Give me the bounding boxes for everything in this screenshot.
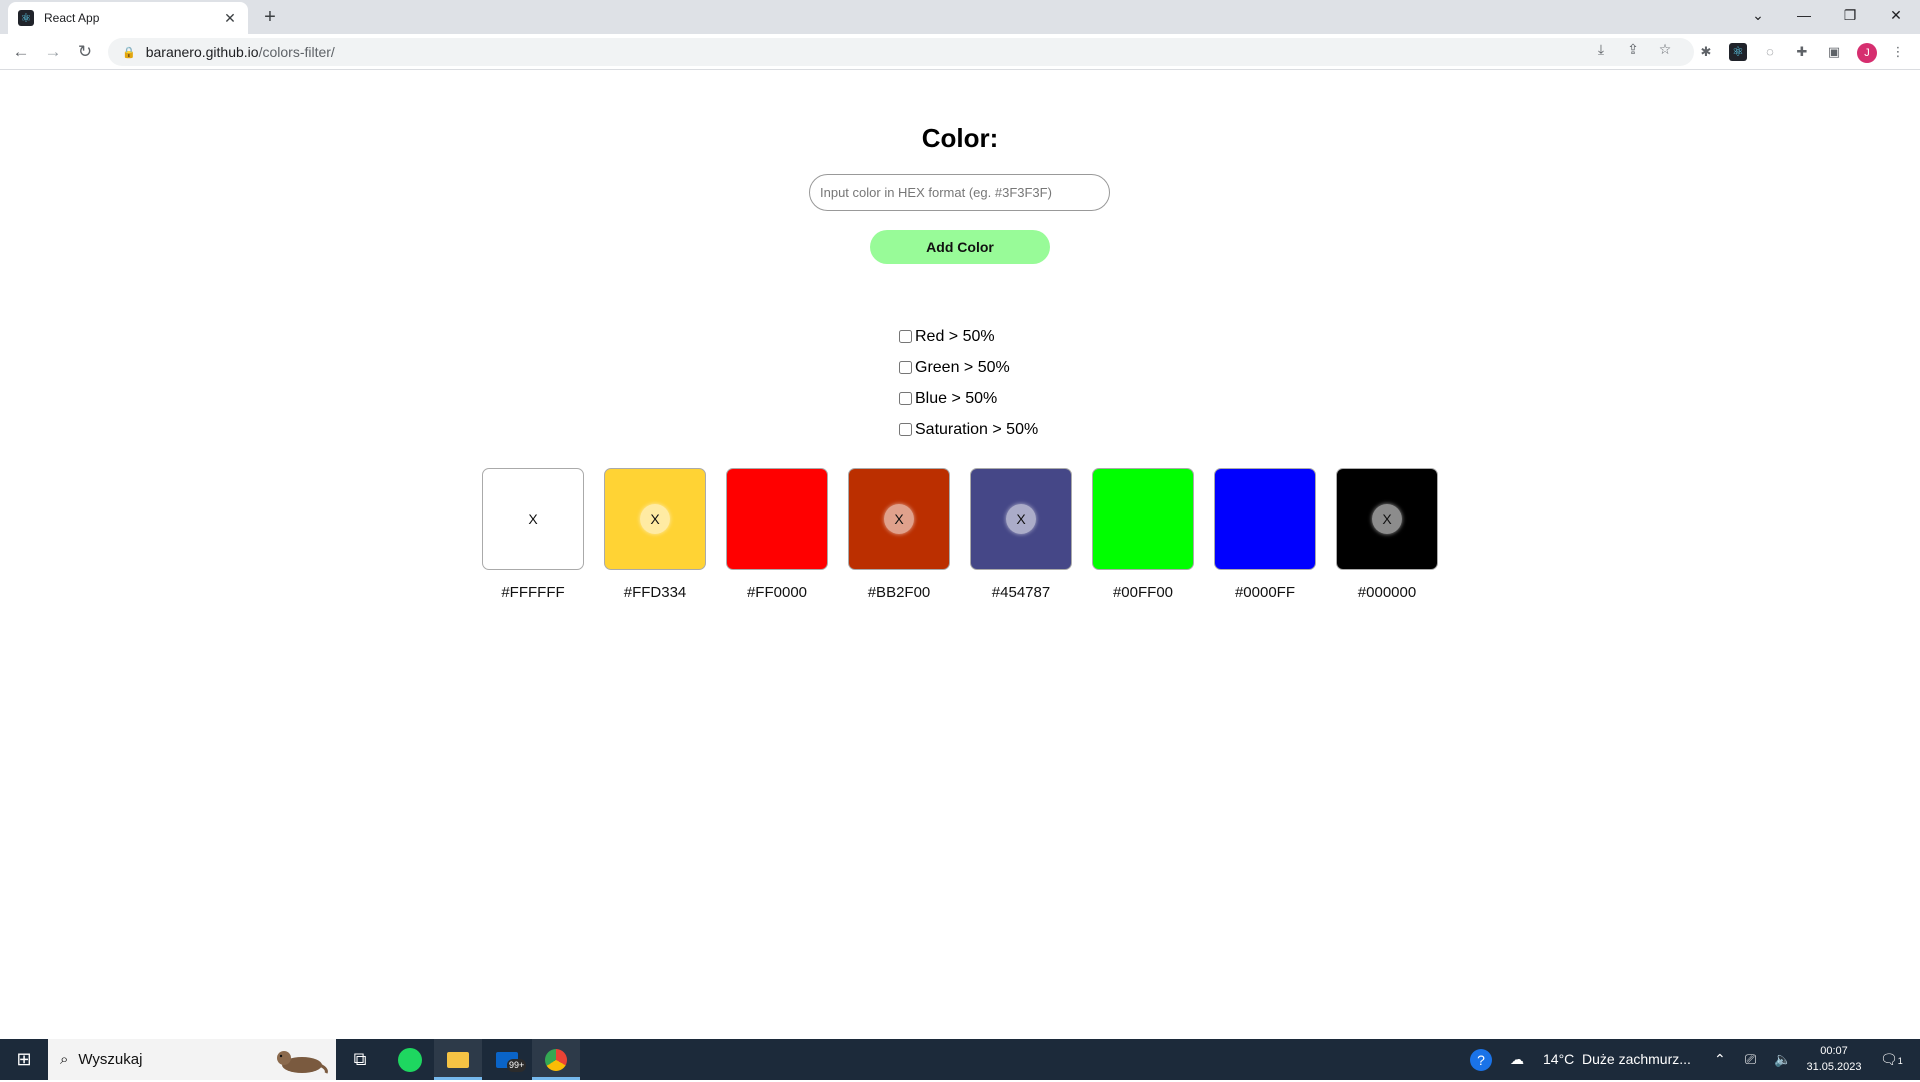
color-hex-label: #FF0000 <box>746 584 808 601</box>
clock-time: 00:07 <box>1820 1045 1848 1057</box>
color-hex-label: #FFD334 <box>623 584 687 601</box>
tray-chevron-up-icon[interactable]: ⌃ <box>1714 1039 1726 1080</box>
color-swatch <box>1214 468 1316 570</box>
color-swatch-item: X #454787 <box>969 468 1073 601</box>
share-icon[interactable]: ⇪ <box>1624 41 1642 58</box>
spotify-icon[interactable] <box>386 1039 434 1080</box>
color-swatch-item: X #FFD334 <box>603 468 707 601</box>
color-swatch: X <box>1336 468 1438 570</box>
taskbar: ⊞ ⌕ Wyszukaj ⧉ 99+ ? ☁ 14°C Duże zachmur… <box>0 1039 1920 1080</box>
remove-color-button[interactable]: X <box>884 504 914 534</box>
add-color-button[interactable]: Add Color <box>870 230 1050 264</box>
notification-count: 1 <box>1897 1056 1903 1066</box>
url-domain: baranero.github.io <box>145 44 259 60</box>
task-view-icon[interactable]: ⧉ <box>336 1039 384 1080</box>
color-swatch <box>726 468 828 570</box>
color-swatch <box>1092 468 1194 570</box>
forward-icon[interactable]: → <box>41 40 65 64</box>
volume-icon[interactable]: 🔈 <box>1774 1039 1791 1080</box>
windows-start-icon[interactable]: ⊞ <box>0 1039 48 1080</box>
extensions-puzzle-icon[interactable]: ✚ <box>1793 43 1811 61</box>
otter-illustration-icon <box>277 1051 328 1074</box>
minimize-button[interactable]: — <box>1781 0 1827 32</box>
color-hex-label: #454787 <box>991 584 1051 601</box>
back-icon[interactable]: ← <box>9 40 33 64</box>
install-icon[interactable]: ⤓ <box>1592 41 1610 58</box>
restore-button[interactable]: ❐ <box>1827 0 1873 32</box>
color-swatch-item: X #BB2F00 <box>847 468 951 601</box>
filter-saturation-label: Saturation > 50% <box>915 420 1039 438</box>
filter-green[interactable]: Green > 50% <box>898 352 1038 383</box>
extension-circle-icon[interactable]: ◌ <box>1761 43 1779 61</box>
react-favicon-icon: ⚛ <box>18 10 34 26</box>
help-icon[interactable]: ? <box>1470 1039 1492 1080</box>
browser-tabstrip: ⚛ React App ✕ + ⌄ — ❐ ✕ <box>0 0 1920 34</box>
filter-blue-label: Blue > 50% <box>915 389 998 407</box>
react-devtools-icon[interactable]: ⚛ <box>1729 43 1747 61</box>
chrome-icon[interactable] <box>532 1039 580 1080</box>
weather-icon[interactable]: ☁ <box>1510 1039 1524 1080</box>
menu-kebab-icon[interactable]: ⋮ <box>1889 43 1907 61</box>
color-swatch-item: #FF0000 <box>725 468 829 601</box>
url-path: /colors-filter/ <box>258 44 335 60</box>
remove-color-button[interactable]: X <box>1006 504 1036 534</box>
filter-list: Red > 50% Green > 50% Blue > 50% Saturat… <box>898 321 1038 445</box>
tab-close-icon[interactable]: ✕ <box>222 10 238 27</box>
remove-color-button[interactable]: X <box>640 504 670 534</box>
search-icon: ⌕ <box>60 1051 69 1068</box>
filter-saturation-checkbox[interactable] <box>899 423 912 436</box>
filter-red[interactable]: Red > 50% <box>898 321 1038 352</box>
filter-red-checkbox[interactable] <box>899 330 912 343</box>
color-swatch: X <box>604 468 706 570</box>
extension-bug-icon[interactable]: ✱ <box>1697 43 1715 61</box>
color-swatch-list: X #FFFFFF X #FFD334 #FF0000 X #BB2F00 X #454787 #… <box>481 468 1441 608</box>
file-explorer-icon[interactable] <box>434 1039 482 1080</box>
mail-badge: 99+ <box>507 1059 527 1072</box>
new-tab-button[interactable]: + <box>258 6 282 30</box>
profile-avatar[interactable]: J <box>1857 43 1877 63</box>
filter-blue-checkbox[interactable] <box>899 392 912 405</box>
color-hex-label: #BB2F00 <box>867 584 931 601</box>
close-window-button[interactable]: ✕ <box>1873 0 1919 32</box>
taskbar-search[interactable]: ⌕ Wyszukaj <box>48 1039 336 1080</box>
filter-green-checkbox[interactable] <box>899 361 912 374</box>
color-swatch-item: X #000000 <box>1335 468 1439 601</box>
taskbar-search-text: Wyszukaj <box>78 1051 143 1068</box>
hex-color-input[interactable] <box>809 174 1110 211</box>
tab-title: React App <box>44 11 100 25</box>
filter-saturation[interactable]: Saturation > 50% <box>898 414 1038 445</box>
weather-description[interactable]: Duże zachmurz... <box>1582 1039 1691 1080</box>
color-swatch-item: X #FFFFFF <box>481 468 585 601</box>
filter-blue[interactable]: Blue > 50% <box>898 383 1038 414</box>
remove-color-button[interactable]: X <box>1372 504 1402 534</box>
clock[interactable]: 00:07 31.05.2023 <box>1800 1043 1868 1075</box>
tab-search-icon[interactable]: ⌄ <box>1735 0 1781 32</box>
remove-color-button[interactable]: X <box>518 504 548 534</box>
bookmark-star-icon[interactable]: ☆ <box>1656 41 1674 58</box>
notifications-icon[interactable]: 🗨1 <box>1880 1039 1903 1080</box>
color-swatch-item: #0000FF <box>1213 468 1317 601</box>
color-hex-label: #00FF00 <box>1112 584 1174 601</box>
color-swatch-item: #00FF00 <box>1091 468 1195 601</box>
filter-green-label: Green > 50% <box>915 358 1010 376</box>
side-panel-icon[interactable]: ▣ <box>1825 43 1843 61</box>
color-hex-label: #000000 <box>1357 584 1417 601</box>
color-swatch: X <box>970 468 1072 570</box>
weather-temp[interactable]: 14°C <box>1543 1039 1574 1080</box>
reload-icon[interactable]: ↻ <box>73 40 97 64</box>
browser-toolbar: ← → ↻ 🔒 baranero.github.io/colors-filter… <box>0 34 1920 70</box>
clock-date: 31.05.2023 <box>1806 1061 1862 1073</box>
mail-icon[interactable]: 99+ <box>483 1039 531 1080</box>
lock-icon[interactable]: 🔒 <box>122 46 136 59</box>
network-icon[interactable]: ⎚ <box>1745 1039 1756 1080</box>
browser-tab[interactable]: ⚛ React App ✕ <box>8 2 248 34</box>
page-title: Color: <box>921 123 999 153</box>
color-hex-label: #0000FF <box>1234 584 1296 601</box>
color-swatch: X <box>482 468 584 570</box>
filter-red-label: Red > 50% <box>915 327 995 345</box>
address-bar[interactable]: 🔒 baranero.github.io/colors-filter/ <box>108 38 1694 66</box>
color-hex-label: #FFFFFF <box>501 584 565 601</box>
color-swatch: X <box>848 468 950 570</box>
page-content: Color: Add Color Red > 50% Green > 50% B… <box>0 71 1920 1039</box>
